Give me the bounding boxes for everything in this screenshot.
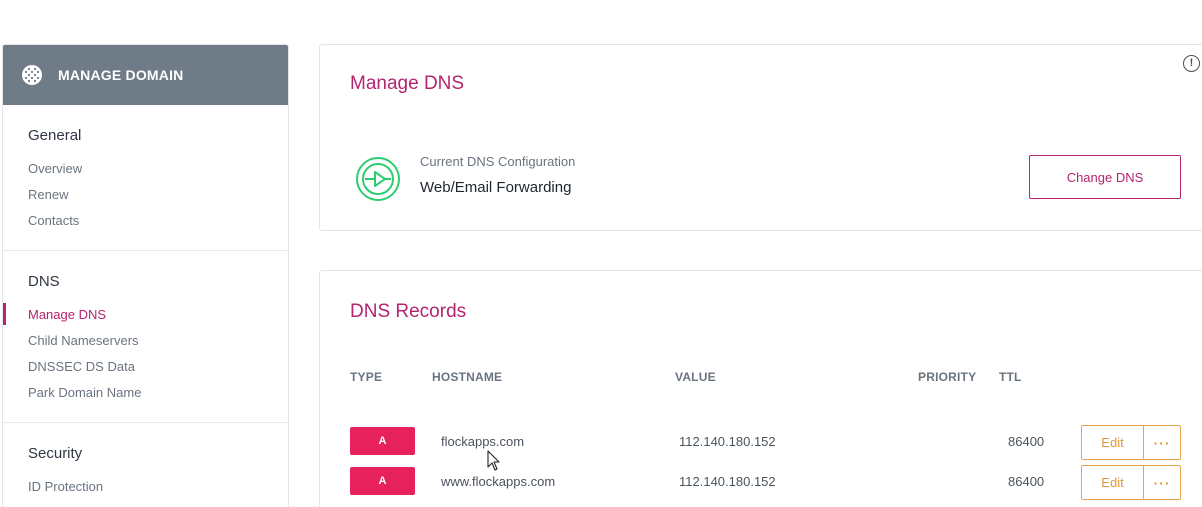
column-header-hostname: HOSTNAME (432, 370, 503, 384)
sidebar-item-renew[interactable]: Renew (28, 186, 288, 212)
sidebar-item-child-nameservers[interactable]: Child Nameservers (28, 332, 288, 358)
table-row: A flockapps.com 112.140.180.152 86400 Ed… (320, 425, 1202, 460)
column-header-type: TYPE (350, 370, 383, 384)
column-header-value: VALUE (675, 370, 716, 384)
more-options-icon[interactable]: ··· (1143, 425, 1181, 460)
record-hostname: flockapps.com (441, 434, 525, 449)
manage-dns-title: Manage DNS (350, 73, 465, 94)
sidebar-section-security: Security ID Protection (3, 423, 288, 507)
sidebar-section-title: DNS (28, 273, 60, 290)
record-value: 112.140.180.152 (679, 474, 776, 489)
sidebar-header: MANAGE DOMAIN (3, 45, 288, 105)
column-header-priority: PRIORITY (918, 370, 977, 384)
edit-record-button[interactable]: Edit (1081, 425, 1144, 460)
edit-record-button[interactable]: Edit (1081, 465, 1144, 500)
info-icon[interactable]: ! (1183, 55, 1200, 72)
sidebar-section-title: Security (28, 445, 83, 462)
sidebar-title: MANAGE DOMAIN (58, 67, 184, 83)
record-value: 112.140.180.152 (679, 434, 776, 449)
dns-config-value: Web/Email Forwarding (420, 179, 572, 196)
mouse-cursor-icon (487, 450, 501, 472)
sidebar-item-park-domain-name[interactable]: Park Domain Name (28, 384, 288, 410)
dns-config-label: Current DNS Configuration (420, 154, 576, 169)
forwarding-icon (355, 156, 401, 202)
table-row: A www.flockapps.com 112.140.180.152 8640… (320, 465, 1202, 500)
sidebar-section-dns: DNS Manage DNS Child Nameservers DNSSEC … (3, 251, 288, 423)
sidebar-item-id-protection[interactable]: ID Protection (28, 478, 288, 504)
manage-domain-sidebar: MANAGE DOMAIN General Overview Renew Con… (2, 44, 289, 507)
record-type-badge: A (350, 427, 415, 455)
dns-records-card: DNS Records TYPE HOSTNAME VALUE PRIORITY… (319, 270, 1202, 507)
manage-dns-card: Manage DNS Current DNS Configuration Web… (319, 44, 1202, 231)
sidebar-section-general: General Overview Renew Contacts (3, 105, 288, 251)
globe-icon (21, 64, 43, 86)
record-ttl: 86400 (1008, 434, 1045, 449)
sidebar-item-overview[interactable]: Overview (28, 160, 288, 186)
record-type-badge: A (350, 467, 415, 495)
more-options-icon[interactable]: ··· (1143, 465, 1181, 500)
sidebar-section-title: General (28, 127, 82, 144)
change-dns-button[interactable]: Change DNS (1029, 155, 1181, 199)
record-hostname: www.flockapps.com (441, 474, 556, 489)
sidebar-item-manage-dns[interactable]: Manage DNS (28, 306, 288, 332)
record-ttl: 86400 (1008, 474, 1045, 489)
sidebar-item-dnssec-ds-data[interactable]: DNSSEC DS Data (28, 358, 288, 384)
column-header-ttl: TTL (999, 370, 1022, 384)
dns-records-title: DNS Records (350, 301, 467, 322)
sidebar-item-contacts[interactable]: Contacts (28, 212, 288, 238)
